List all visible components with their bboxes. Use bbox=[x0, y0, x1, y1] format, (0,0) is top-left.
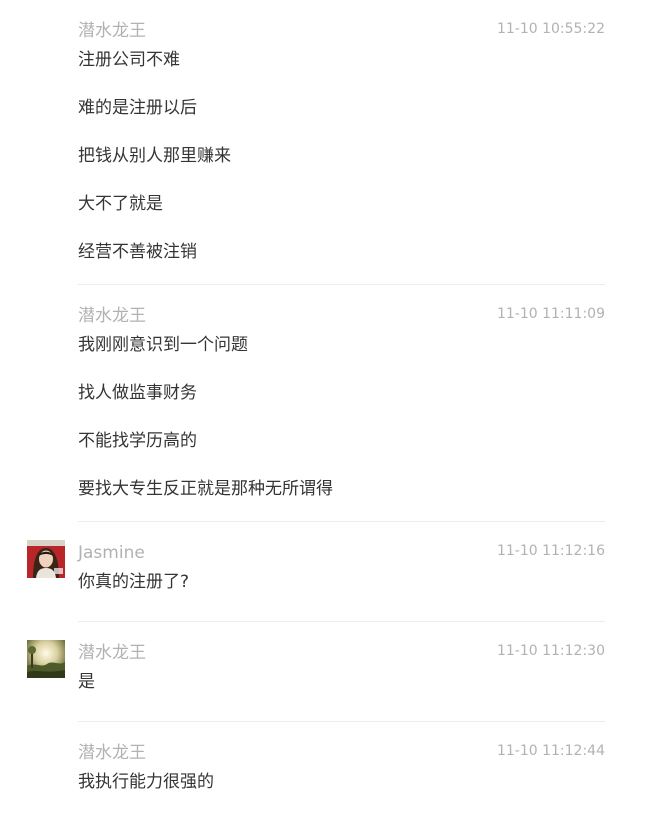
sender-name: 潜水龙王 bbox=[78, 306, 146, 326]
message-text: 经营不善被注销 bbox=[78, 242, 197, 262]
chat-message-list: 潜水龙王 11-10 10:55:22 注册公司不难 难的是注册以后 把钱从别人… bbox=[0, 0, 657, 817]
message-text: 找人做监事财务 bbox=[78, 383, 197, 403]
message-timestamp: 11-10 11:12:30 bbox=[496, 643, 605, 659]
message-divider bbox=[78, 721, 605, 722]
woman-portrait-avatar[interactable] bbox=[27, 540, 65, 578]
sender-name: 潜水龙王 bbox=[78, 21, 146, 41]
woman-portrait-icon bbox=[27, 540, 65, 578]
message-text: 大不了就是 bbox=[78, 194, 163, 214]
message-text: 把钱从别人那里赚来 bbox=[78, 146, 231, 166]
sender-name: Jasmine bbox=[78, 543, 145, 563]
landscape-icon bbox=[27, 640, 65, 678]
message-divider bbox=[78, 621, 605, 622]
message-text: 不能找学历高的 bbox=[78, 431, 197, 451]
message-divider bbox=[78, 521, 605, 522]
sender-name: 潜水龙王 bbox=[78, 743, 146, 763]
message-text: 注册公司不难 bbox=[78, 50, 180, 70]
message-timestamp: 11-10 11:11:09 bbox=[496, 306, 605, 322]
message-timestamp: 11-10 10:55:22 bbox=[496, 21, 605, 37]
message-timestamp: 11-10 11:12:16 bbox=[496, 543, 605, 559]
message-text: 要找大专生反正就是那种无所谓得 bbox=[78, 479, 333, 499]
landscape-avatar[interactable] bbox=[27, 640, 65, 678]
message-text: 我执行能力很强的 bbox=[78, 772, 214, 792]
message-timestamp: 11-10 11:12:44 bbox=[496, 743, 605, 759]
message-text: 我刚刚意识到一个问题 bbox=[78, 335, 248, 355]
message-text: 难的是注册以后 bbox=[78, 98, 197, 118]
message-divider bbox=[78, 284, 605, 285]
message-text: 你真的注册了? bbox=[78, 572, 190, 592]
message-text: 是 bbox=[78, 672, 95, 692]
sender-name: 潜水龙王 bbox=[78, 643, 146, 663]
